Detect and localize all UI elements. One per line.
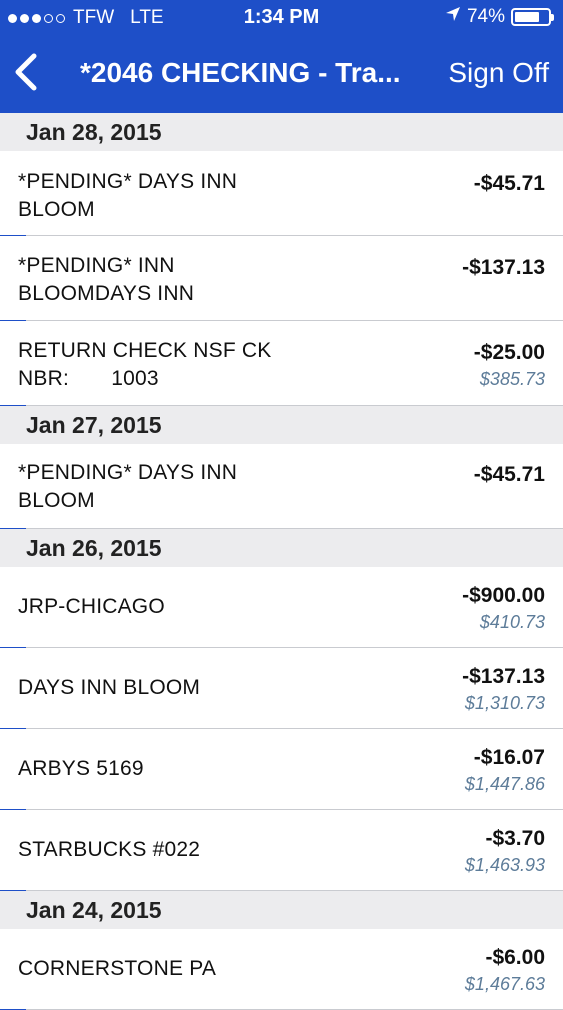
battery-fill xyxy=(515,12,539,22)
date-section-header: Jan 27, 2015 xyxy=(0,406,563,444)
sign-off-button[interactable]: Sign Off xyxy=(448,57,549,89)
date-section-header: Jan 26, 2015 xyxy=(0,529,563,567)
transaction-amount: -$25.00 xyxy=(473,341,545,364)
transaction-description: STARBUCKS #022 xyxy=(18,838,201,861)
transaction-row[interactable]: *PENDING* DAYS INN BLOOM -$45.71 xyxy=(0,151,563,236)
transaction-description: ARBYS 5169 xyxy=(18,757,144,780)
transaction-description: DAYS INN BLOOM xyxy=(18,676,201,699)
transaction-row[interactable]: STARBUCKS #022 -$3.70 $1,463.93 xyxy=(0,810,563,891)
transaction-row[interactable]: JRP-CHICAGO -$900.00 $410.73 xyxy=(0,567,563,648)
battery-icon xyxy=(511,8,554,26)
nav-bar: *2046 CHECKING - Tra... Sign Off xyxy=(0,36,563,113)
transaction-row[interactable]: *PENDING* INN BLOOMDAYS INN -$137.13 xyxy=(0,236,563,321)
status-bar: TFW LTE 1:34 PM 74% xyxy=(0,0,563,36)
transaction-description: *PENDING* DAYS INN BLOOM xyxy=(18,170,238,221)
transactions-list: Jan 28, 2015 *PENDING* DAYS INN BLOOM -$… xyxy=(0,113,563,1010)
transaction-amount: -$6.00 xyxy=(485,946,545,969)
page-title: *2046 CHECKING - Tra... xyxy=(80,57,401,88)
transaction-row[interactable]: CORNERSTONE PA -$6.00 $1,467.63 xyxy=(0,929,563,1010)
back-button[interactable] xyxy=(10,52,50,96)
running-balance: $1,447.86 xyxy=(464,774,545,794)
running-balance: $385.73 xyxy=(479,369,545,389)
transaction-description: *PENDING* INN BLOOMDAYS INN xyxy=(18,254,195,305)
date-section-header: Jan 28, 2015 xyxy=(0,113,563,151)
transaction-amount: -$3.70 xyxy=(485,827,545,850)
transaction-amount: -$900.00 xyxy=(462,584,545,607)
transaction-row[interactable]: DAYS INN BLOOM -$137.13 $1,310.73 xyxy=(0,648,563,729)
transaction-amount: -$45.71 xyxy=(473,172,545,195)
running-balance: $410.73 xyxy=(479,612,545,632)
transaction-row[interactable]: *PENDING* DAYS INN BLOOM -$45.71 xyxy=(0,444,563,529)
chevron-left-icon xyxy=(10,53,42,96)
running-balance: $1,310.73 xyxy=(464,693,545,713)
transaction-description: *PENDING* DAYS INN BLOOM xyxy=(18,461,238,512)
battery-percent: 74% xyxy=(466,6,505,27)
running-balance: $1,467.63 xyxy=(464,974,545,994)
transaction-row[interactable]: RETURN CHECK NSF CK NBR: 1003 -$25.00 $3… xyxy=(0,321,563,406)
transaction-amount: -$45.71 xyxy=(473,463,545,486)
transaction-description: RETURN CHECK NSF CK NBR: 1003 xyxy=(18,339,272,390)
date-section-header: Jan 24, 2015 xyxy=(0,891,563,929)
transaction-description: CORNERSTONE PA xyxy=(18,957,217,980)
transaction-description: JRP-CHICAGO xyxy=(18,595,165,618)
transaction-amount: -$16.07 xyxy=(473,746,545,769)
transaction-row[interactable]: ARBYS 5169 -$16.07 $1,447.86 xyxy=(0,729,563,810)
transaction-amount: -$137.13 xyxy=(462,256,545,279)
running-balance: $1,463.93 xyxy=(464,855,545,875)
transaction-amount: -$137.13 xyxy=(462,665,545,688)
location-arrow-icon xyxy=(445,6,461,28)
status-right: 74% xyxy=(445,6,554,28)
